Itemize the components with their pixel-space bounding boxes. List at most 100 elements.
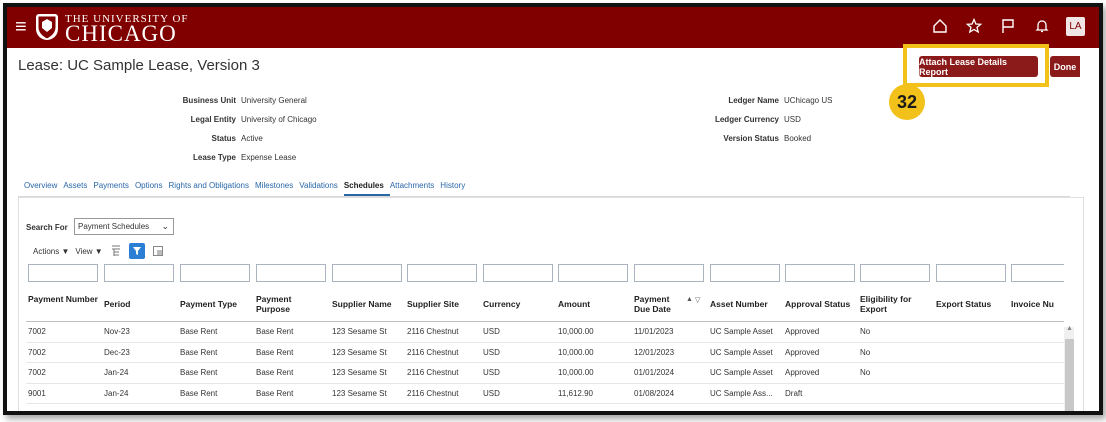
filter-supplier-site[interactable] — [407, 264, 477, 282]
cell-amount: 10,000.00 — [558, 327, 594, 336]
cell-approval-status: Approved — [785, 347, 820, 357]
cell-eligibility-for-export: No — [860, 327, 871, 336]
cell-payment-purpose: Base Rent — [256, 368, 294, 377]
star-icon[interactable] — [964, 16, 984, 36]
cell-currency: USD — [483, 388, 500, 398]
ledger-currency-value: USD — [784, 115, 801, 124]
menu-icon[interactable]: ≡ — [15, 17, 27, 37]
filter-payment-purpose[interactable] — [256, 264, 326, 282]
tab-assets[interactable]: Assets — [63, 181, 93, 196]
search-for-label: Search For — [26, 223, 68, 232]
column-header-supplier-site[interactable]: Supplier Site — [407, 299, 459, 309]
top-bar: ≡ THE UNIVERSITY OF CHICAGO LA — [7, 7, 1099, 48]
column-header-currency[interactable]: Currency — [483, 299, 520, 309]
table-row[interactable]: 9001 Jan-24 Base Rent Base Rent 123 Sesame S… — [26, 384, 1064, 404]
cell-supplier-name: 123 Sesame St — [332, 388, 387, 398]
tab-options[interactable]: Options — [135, 181, 169, 196]
filter-currency[interactable] — [483, 264, 553, 282]
column-header-eligibility-for-export[interactable]: Eligibility for Export — [860, 294, 928, 314]
column-header-period[interactable]: Period — [104, 299, 130, 309]
filter-payment-number[interactable] — [28, 264, 98, 282]
query-by-example-icon[interactable] — [128, 243, 145, 259]
filter-asset-number[interactable] — [710, 264, 780, 282]
freeze-icon[interactable] — [109, 244, 123, 258]
column-header-approval-status[interactable]: Approval Status — [785, 299, 850, 309]
column-header-amount[interactable]: Amount — [558, 299, 590, 309]
filter-period[interactable] — [104, 264, 174, 282]
lease-type-value: Expense Lease — [241, 153, 297, 162]
row-divider — [26, 403, 1064, 404]
column-header-payment-purpose[interactable]: Payment Purpose — [256, 294, 311, 314]
page-title: Lease: UC Sample Lease, Version 3 — [18, 57, 260, 74]
tab-history[interactable]: History — [440, 181, 471, 196]
status-value: Active — [241, 134, 263, 143]
status-label: Status — [211, 134, 236, 143]
tab-attachments[interactable]: Attachments — [390, 181, 440, 196]
bell-icon[interactable] — [1032, 16, 1052, 36]
flag-icon[interactable] — [998, 16, 1018, 36]
cell-currency: USD — [483, 327, 500, 336]
table-row[interactable]: 7002 Nov-23 Base Rent Base Rent 123 Sesame S… — [26, 322, 1064, 343]
detach-icon[interactable] — [151, 244, 165, 258]
cell-period: Dec-23 — [104, 347, 130, 357]
cell-asset-number: UC Sample Asset — [710, 347, 773, 357]
cell-asset-number: UC Sample Asset — [710, 368, 773, 377]
column-header-export-status[interactable]: Export Status — [936, 299, 991, 309]
sort-descending-icon[interactable]: ▽ — [695, 296, 700, 304]
cell-currency: USD — [483, 347, 500, 357]
app-window: ≡ THE UNIVERSITY OF CHICAGO LA Lease: UC… — [3, 3, 1103, 415]
sort-ascending-icon[interactable]: ▲ — [686, 296, 693, 303]
filter-invoice-number[interactable] — [1011, 264, 1064, 282]
column-header-invoice-number[interactable]: Invoice Nu — [1011, 299, 1064, 309]
cell-supplier-name: 123 Sesame St — [332, 368, 387, 377]
cell-supplier-name: 123 Sesame St — [332, 327, 387, 336]
table-row[interactable]: 7002 Jan-24 Base Rent Base Rent 123 Sesame S… — [26, 363, 1064, 384]
table-toolbar: Actions ▼ View ▼ — [33, 243, 165, 259]
scroll-up-icon[interactable]: ▲ — [1066, 325, 1073, 332]
tab-rights-and-obligations[interactable]: Rights and Obligations — [169, 181, 256, 196]
tab-validations[interactable]: Validations — [299, 181, 344, 196]
column-header-payment-number[interactable]: Payment Number — [28, 294, 98, 304]
column-header-supplier-name[interactable]: Supplier Name — [332, 299, 392, 309]
actions-menu[interactable]: Actions ▼ — [33, 247, 69, 256]
cell-payment-type: Base Rent — [180, 388, 218, 398]
column-header-payment-due-date[interactable]: Payment Due Date — [634, 294, 679, 314]
cell-payment-type: Base Rent — [180, 368, 218, 377]
cell-payment-due-date: 12/01/2023 — [634, 347, 675, 357]
filter-payment-type[interactable] — [180, 264, 250, 282]
column-header-payment-type[interactable]: Payment Type — [180, 299, 237, 309]
cell-payment-purpose: Base Rent — [256, 347, 294, 357]
filter-supplier-name[interactable] — [332, 264, 402, 282]
cell-payment-number: 7002 — [28, 347, 46, 357]
lease-type-label: Lease Type — [193, 153, 236, 162]
column-header-asset-number[interactable]: Asset Number — [710, 299, 768, 309]
home-icon[interactable] — [930, 16, 950, 36]
cell-payment-due-date: 01/01/2024 — [634, 368, 675, 377]
filter-approval-status[interactable] — [785, 264, 855, 282]
cell-supplier-site: 2116 Chestnut — [407, 327, 459, 336]
tab-schedules[interactable]: Schedules — [343, 181, 390, 196]
filter-amount[interactable] — [558, 264, 628, 282]
avatar[interactable]: LA — [1066, 16, 1085, 36]
actions-menu-label: Actions — [33, 246, 60, 256]
cell-currency: USD — [483, 368, 500, 377]
tab-overview[interactable]: Overview — [24, 181, 63, 196]
view-menu[interactable]: View ▼ — [75, 247, 102, 256]
tab-payments[interactable]: Payments — [93, 181, 135, 196]
filter-eligibility-for-export[interactable] — [860, 264, 930, 282]
filter-export-status[interactable] — [936, 264, 1006, 282]
tab-milestones[interactable]: Milestones — [255, 181, 299, 196]
cell-asset-number: UC Sample Asset — [710, 327, 773, 336]
search-for-select[interactable]: Payment Schedules ⌄ — [74, 218, 174, 235]
table-row[interactable]: 7002 Dec-23 Base Rent Base Rent 123 Sesame S… — [26, 343, 1064, 363]
done-button[interactable]: Done — [1050, 56, 1080, 77]
cell-approval-status: Draft — [785, 388, 803, 398]
filter-payment-due-date[interactable] — [634, 264, 704, 282]
legal-entity-label: Legal Entity — [190, 115, 236, 124]
ledger-name-value: UChicago US — [784, 96, 833, 105]
cell-period: Jan-24 — [104, 388, 129, 398]
cell-amount: 10,000.00 — [558, 368, 594, 377]
cell-supplier-name: 123 Sesame St — [332, 347, 387, 357]
business-unit-value: University General — [241, 96, 307, 105]
scrollbar-thumb[interactable] — [1065, 339, 1074, 411]
